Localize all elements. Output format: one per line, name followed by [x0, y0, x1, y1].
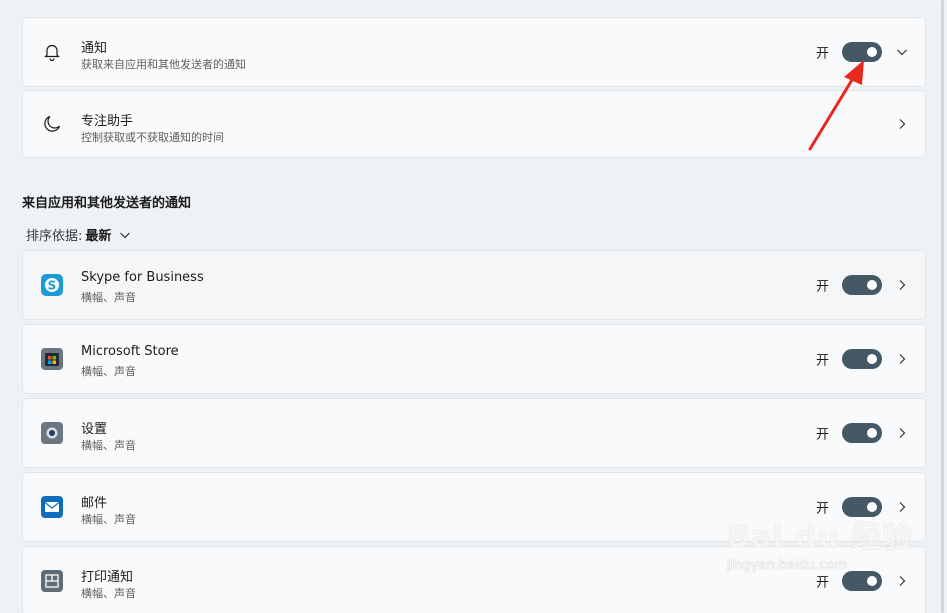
watermark-sub: jingyan.baidu.com: [727, 558, 847, 573]
app-toggle[interactable]: [842, 349, 882, 369]
app-name: Skype for Business: [81, 270, 204, 285]
scrollbar[interactable]: [939, 0, 947, 613]
toggle-knob: [867, 576, 877, 586]
sort-label: 排序依据:: [26, 229, 83, 244]
annotation-arrow: [808, 60, 864, 151]
app-state-label: 开: [816, 279, 830, 295]
app-row-skype[interactable]: S Skype for Business 横幅、声音 开: [22, 250, 926, 320]
chevron-down-icon[interactable]: [895, 45, 909, 59]
sort-dropdown[interactable]: 排序依据: 最新: [26, 225, 132, 244]
notifications-title: 通知: [81, 41, 108, 56]
app-row-settings[interactable]: 设置 横幅、声音 开: [22, 398, 926, 468]
chevron-right-icon[interactable]: [895, 426, 909, 440]
focus-assist-subtitle: 控制获取或不获取通知的时间: [81, 131, 224, 144]
baidu-jingyan-watermark: Bai du 经验 jingyan.baidu.com: [727, 512, 914, 573]
app-toggle[interactable]: [842, 275, 882, 295]
notifications-card[interactable]: 通知 获取来自应用和其他发送者的通知 开: [22, 17, 926, 87]
app-row-print-notification[interactable]: 打印通知 横幅、声音 开: [22, 546, 926, 613]
chevron-right-icon[interactable]: [895, 117, 909, 131]
moon-icon: [40, 112, 64, 136]
app-row-microsoft-store[interactable]: Microsoft Store 横幅、声音 开: [22, 324, 926, 394]
toggle-knob: [867, 354, 877, 364]
toggle-knob: [867, 502, 877, 512]
app-detail: 横幅、声音: [81, 587, 136, 600]
app-detail: 横幅、声音: [81, 365, 136, 378]
app-state-label: 开: [816, 427, 830, 443]
watermark-main: Bai du 经验: [727, 520, 914, 555]
focus-assist-card[interactable]: 专注助手 控制获取或不获取通知的时间: [22, 90, 926, 158]
bell-icon: [40, 40, 64, 64]
settings-gear-icon: [40, 421, 64, 445]
app-state-label: 开: [816, 575, 830, 591]
app-detail: 横幅、声音: [81, 513, 136, 526]
chevron-right-icon[interactable]: [895, 278, 909, 292]
app-name: Microsoft Store: [81, 344, 179, 359]
sort-value: 最新: [85, 229, 112, 244]
microsoft-store-icon: [40, 347, 64, 371]
toggle-knob: [867, 280, 877, 290]
chevron-right-icon[interactable]: [895, 574, 909, 588]
chevron-right-icon[interactable]: [895, 352, 909, 366]
notifications-subtitle: 获取来自应用和其他发送者的通知: [81, 58, 246, 71]
chevron-down-icon: [120, 232, 131, 238]
mail-icon: [40, 495, 64, 519]
scrollbar-thumb[interactable]: [941, 0, 944, 613]
svg-text:S: S: [48, 279, 57, 293]
section-title: 来自应用和其他发送者的通知: [22, 196, 192, 211]
app-detail: 横幅、声音: [81, 291, 136, 304]
skype-icon: S: [40, 273, 64, 297]
app-name: 邮件: [81, 496, 108, 511]
app-name: 打印通知: [81, 570, 134, 585]
app-name: 设置: [81, 422, 108, 437]
focus-assist-title: 专注助手: [81, 114, 134, 129]
app-toggle[interactable]: [842, 571, 882, 591]
print-notification-icon: [40, 569, 64, 593]
toggle-knob: [867, 428, 877, 438]
app-toggle[interactable]: [842, 423, 882, 443]
app-detail: 横幅、声音: [81, 439, 136, 452]
app-state-label: 开: [816, 353, 830, 369]
